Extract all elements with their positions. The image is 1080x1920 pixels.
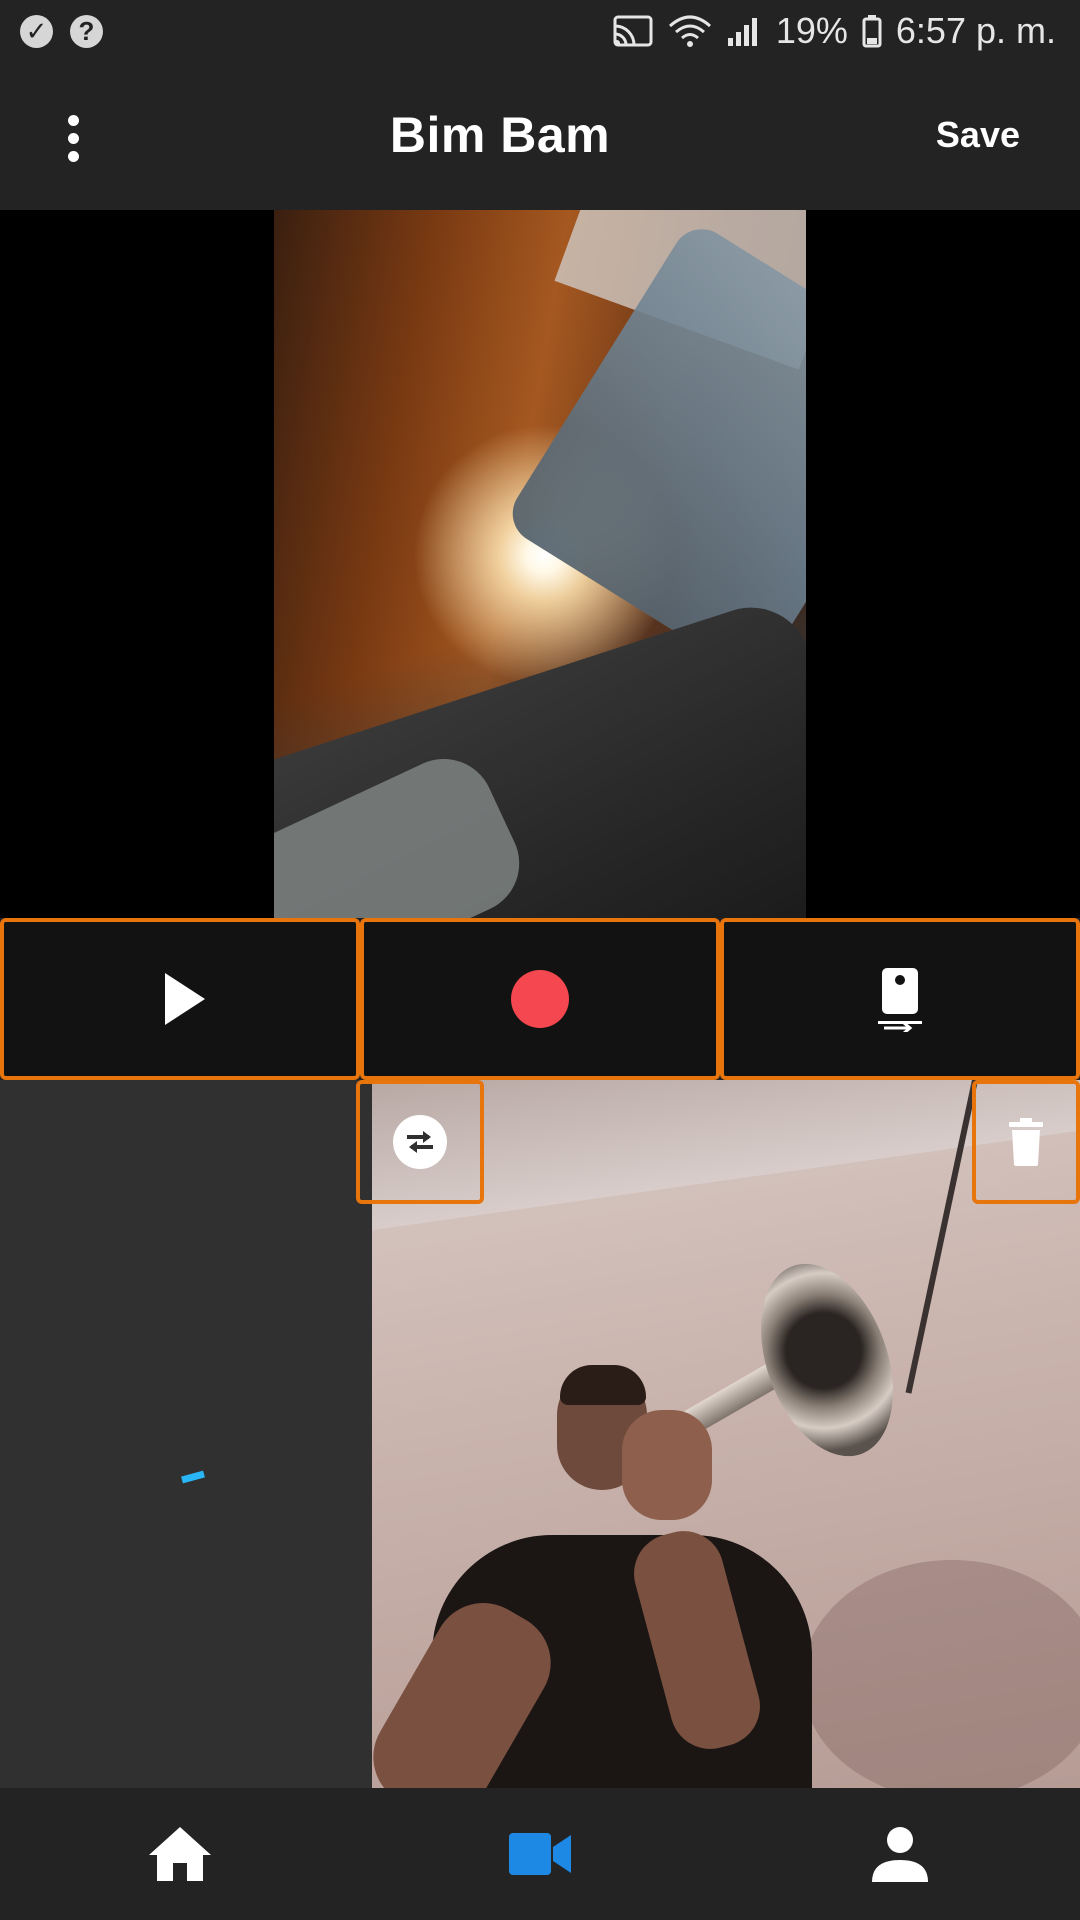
switch-camera-icon (878, 968, 922, 1032)
signal-icon (727, 18, 757, 46)
nav-home[interactable] (0, 1788, 360, 1920)
swap-button[interactable] (356, 1080, 484, 1204)
home-icon (149, 1827, 211, 1881)
trash-icon (1009, 1118, 1043, 1166)
play-icon (165, 973, 205, 1025)
record-button[interactable] (360, 918, 720, 1080)
status-bar: ✓ ? 19% 6:57 p. m. (0, 0, 1080, 66)
clock: 6:57 p. m. (895, 10, 1056, 51)
cast-icon (613, 15, 653, 47)
bottom-nav (0, 1788, 1080, 1920)
videocam-icon (509, 1833, 571, 1875)
help-circle-icon: ? (70, 15, 103, 48)
person-icon (872, 1827, 928, 1882)
status-right: 19% 6:57 p. m. (612, 10, 1056, 52)
delete-button[interactable] (972, 1080, 1080, 1204)
controls-bar (0, 918, 1080, 1080)
switch-camera-button[interactable] (720, 918, 1080, 1080)
battery-percent: 19% (775, 10, 848, 51)
wifi-icon (668, 15, 711, 47)
app-bar: Bim Bam Save (0, 66, 1080, 210)
page-title: Bim Bam (389, 107, 611, 163)
check-circle-icon: ✓ (20, 15, 53, 48)
status-left: ✓ ? (20, 15, 103, 48)
loading-spinner (181, 1470, 205, 1484)
save-button[interactable]: Save (936, 114, 1020, 156)
nav-profile[interactable] (720, 1788, 1080, 1920)
nav-video[interactable] (360, 1788, 720, 1920)
battery-icon (862, 15, 882, 48)
remote-video-area (0, 210, 1080, 918)
remote-video-frame (274, 210, 806, 918)
screen: ✓ ? 19% 6:57 p. m. Bim Bam Save (0, 0, 1080, 1920)
local-preview-area (0, 1080, 1080, 1788)
play-button[interactable] (0, 918, 360, 1080)
swap-icon (393, 1115, 447, 1169)
record-icon (511, 970, 569, 1028)
